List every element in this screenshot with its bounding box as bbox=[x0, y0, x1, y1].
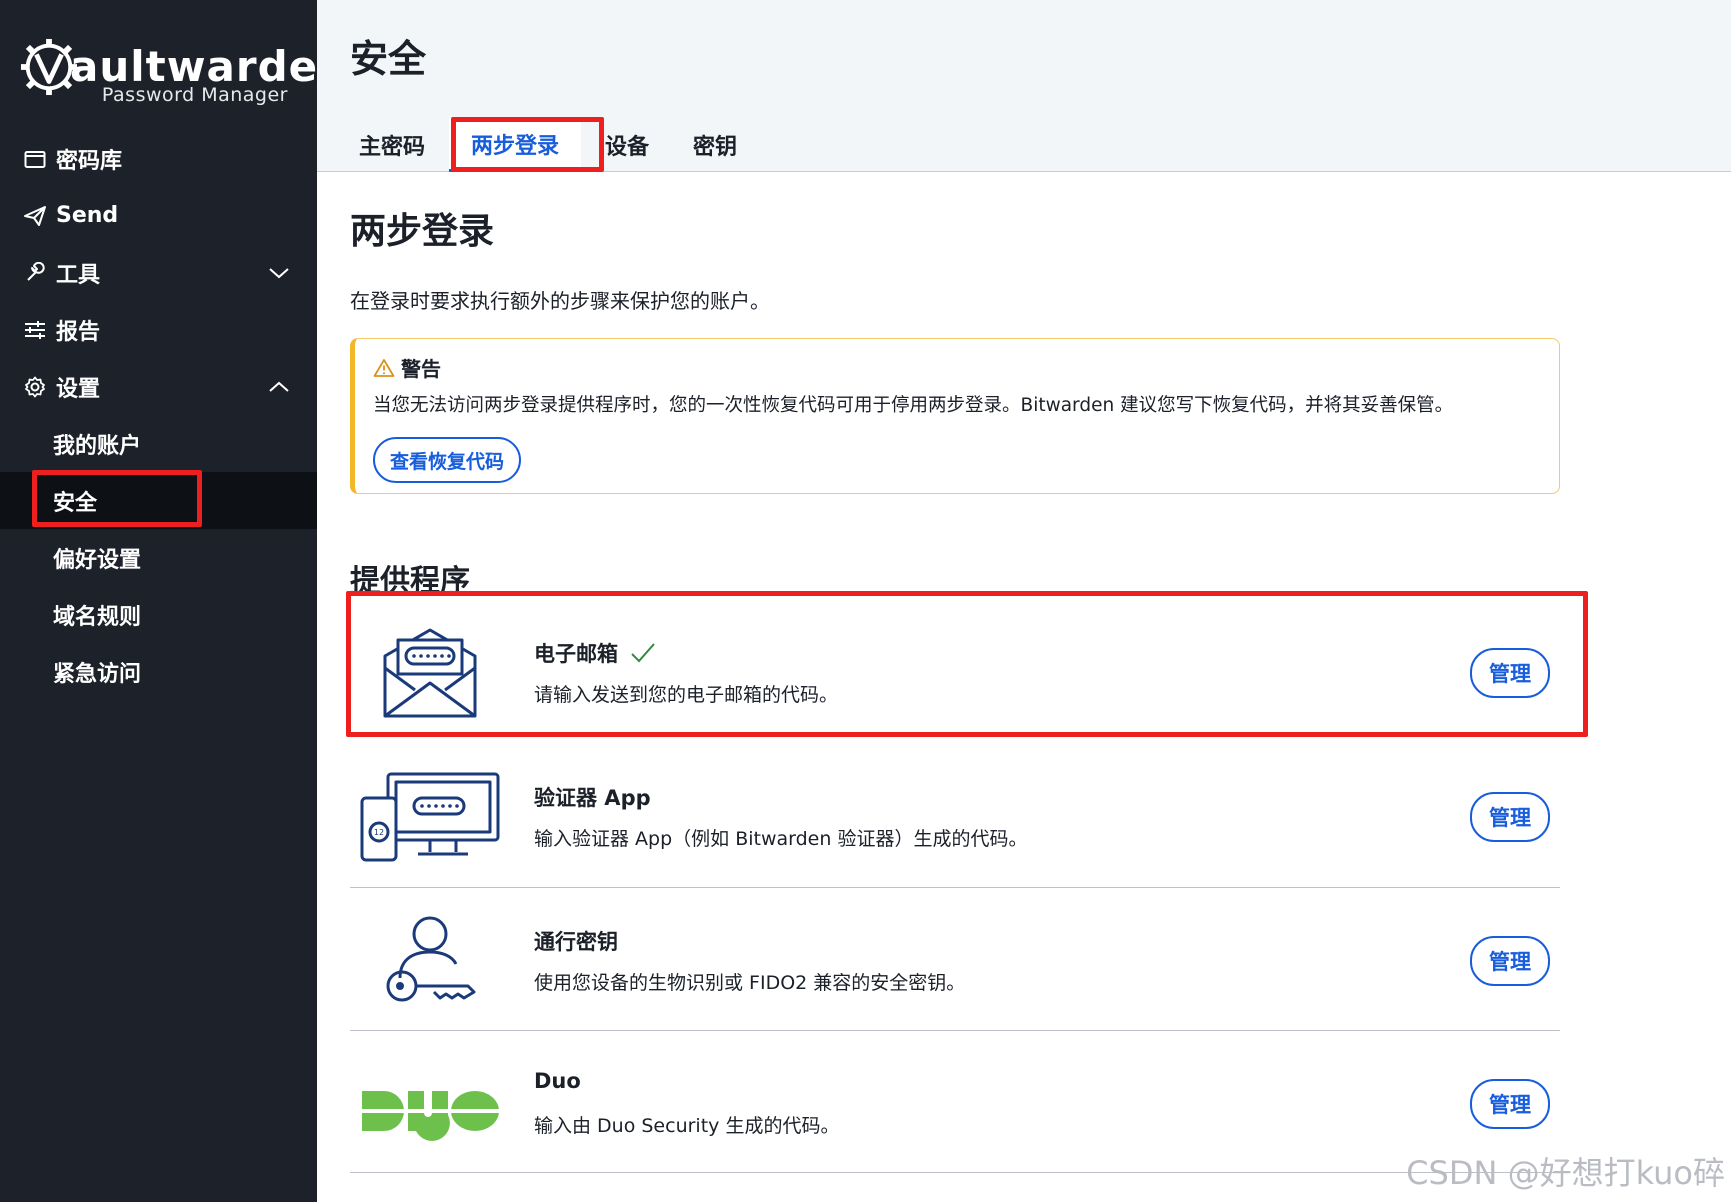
authenticator-app-icon: 12 bbox=[360, 772, 500, 862]
warning-callout: 警告 当您无法访问两步登录提供程序时，您的一次性恢复代码可用于停用两步登录。Bi… bbox=[350, 338, 1560, 494]
manage-email-button[interactable]: 管理 bbox=[1470, 648, 1550, 698]
provider-row-duo: Duo 输入由 Duo Security 生成的代码。 管理 bbox=[350, 1030, 1560, 1173]
sidebar-item-label: 设置 bbox=[56, 376, 101, 402]
page-header: 安全 主密码 两步登录 设备 密钥 bbox=[317, 0, 1731, 172]
sliders-icon bbox=[22, 317, 48, 343]
provider-name: 通行密钥 bbox=[534, 926, 618, 956]
sidebar-item-preferences[interactable]: 偏好设置 bbox=[0, 529, 317, 586]
sidebar-item-label: 报告 bbox=[56, 319, 101, 345]
sidebar-item-label: 工具 bbox=[56, 262, 101, 288]
tab-devices[interactable]: 设备 bbox=[583, 118, 671, 172]
sidebar-item-send[interactable]: Send bbox=[0, 187, 317, 244]
manage-passkey-button[interactable]: 管理 bbox=[1470, 936, 1550, 986]
svg-text:12: 12 bbox=[374, 828, 384, 837]
sidebar-item-security[interactable]: 安全 bbox=[0, 472, 317, 529]
provider-description: 输入由 Duo Security 生成的代码。 bbox=[534, 1115, 840, 1137]
section-description: 在登录时要求执行额外的步骤来保护您的账户。 bbox=[350, 289, 770, 313]
tab-keys[interactable]: 密钥 bbox=[671, 118, 759, 172]
view-recovery-code-button[interactable]: 查看恢复代码 bbox=[373, 437, 521, 483]
provider-description: 请输入发送到您的电子邮箱的代码。 bbox=[534, 684, 839, 706]
passkey-user-key-icon bbox=[386, 916, 476, 1002]
provider-name: 验证器 App bbox=[534, 782, 651, 812]
envelope-icon bbox=[383, 628, 477, 718]
watermark: CSDN @好想打kuo碎 bbox=[1406, 1154, 1725, 1192]
warning-header: 警告 bbox=[373, 353, 441, 382]
chevron-up-icon[interactable] bbox=[267, 375, 291, 399]
main-content: 两步登录 在登录时要求执行额外的步骤来保护您的账户。 警告 当您无法访问两步登录… bbox=[317, 172, 1731, 1202]
chevron-down-icon[interactable] bbox=[267, 261, 291, 285]
checkmark-icon bbox=[631, 643, 655, 663]
provider-name-text: Duo bbox=[534, 1069, 581, 1093]
sidebar: aultwarden Password Manager 密码库 Send 工具 … bbox=[0, 0, 348, 1202]
vault-icon bbox=[22, 146, 48, 172]
tab-two-step-login[interactable]: 两步登录 bbox=[449, 118, 582, 172]
providers-title: 提供程序 bbox=[350, 564, 470, 599]
provider-name-text: 电子邮箱 bbox=[534, 642, 618, 666]
sidebar-item-reports[interactable]: 报告 bbox=[0, 301, 317, 358]
sidebar-item-emergency-access[interactable]: 紧急访问 bbox=[0, 643, 317, 700]
tab-master-password[interactable]: 主密码 bbox=[337, 118, 447, 172]
provider-row-authenticator: 12 验证器 App 输入验证器 App（例如 Bitwarden 验证器）生成… bbox=[350, 744, 1560, 887]
page-title: 安全 bbox=[350, 37, 427, 81]
provider-row-email: 电子邮箱 请输入发送到您的电子邮箱的代码。 管理 bbox=[350, 600, 1560, 743]
manage-authenticator-button[interactable]: 管理 bbox=[1470, 792, 1550, 842]
vaultwarden-logo[interactable]: aultwarden Password Manager bbox=[20, 38, 348, 108]
section-title: 两步登录 bbox=[350, 211, 495, 252]
brand-subtitle: Password Manager bbox=[101, 84, 288, 106]
wrench-icon bbox=[22, 260, 48, 286]
manage-duo-button[interactable]: 管理 bbox=[1470, 1079, 1550, 1129]
warning-title: 警告 bbox=[401, 357, 441, 381]
warning-triangle-icon bbox=[373, 358, 395, 377]
provider-name: Duo bbox=[534, 1069, 581, 1093]
provider-name-text: 验证器 App bbox=[534, 786, 651, 810]
sidebar-item-label: Send bbox=[56, 203, 119, 228]
duo-logo-icon bbox=[360, 1091, 500, 1141]
provider-description: 输入验证器 App（例如 Bitwarden 验证器）生成的代码。 bbox=[534, 828, 1028, 850]
tab-bar: 主密码 两步登录 设备 密钥 bbox=[337, 118, 759, 172]
gear-icon bbox=[22, 374, 48, 400]
sidebar-item-vault[interactable]: 密码库 bbox=[0, 130, 317, 187]
sidebar-item-label: 密码库 bbox=[56, 148, 123, 174]
warning-body: 当您无法访问两步登录提供程序时，您的一次性恢复代码可用于停用两步登录。Bitwa… bbox=[373, 395, 1454, 416]
provider-name-text: 通行密钥 bbox=[534, 930, 618, 954]
sidebar-item-settings[interactable]: 设置 bbox=[0, 358, 317, 415]
sidebar-item-tools[interactable]: 工具 bbox=[0, 244, 317, 301]
sidebar-item-domain-rules[interactable]: 域名规则 bbox=[0, 586, 317, 643]
sidebar-item-my-account[interactable]: 我的账户 bbox=[0, 415, 317, 472]
provider-description: 使用您设备的生物识别或 FIDO2 兼容的安全密钥。 bbox=[534, 972, 966, 994]
provider-row-passkey: 通行密钥 使用您设备的生物识别或 FIDO2 兼容的安全密钥。 管理 bbox=[350, 887, 1560, 1030]
send-icon bbox=[22, 203, 48, 229]
provider-name: 电子邮箱 bbox=[534, 638, 656, 668]
